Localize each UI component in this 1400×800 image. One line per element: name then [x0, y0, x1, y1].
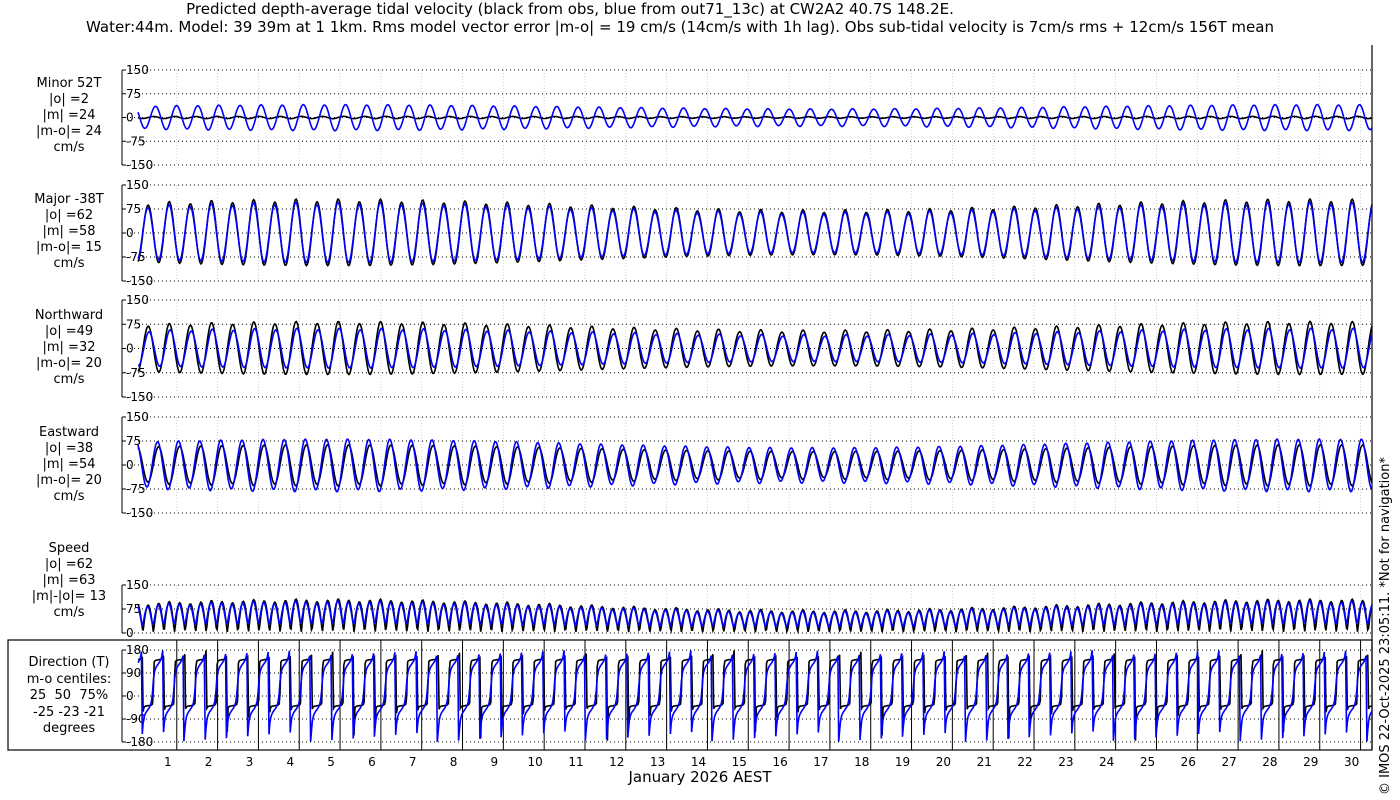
x-tick-label: 8 — [450, 755, 458, 769]
x-tick-label: 10 — [528, 755, 543, 769]
x-tick-label: 23 — [1058, 755, 1073, 769]
y-tick-label: -150 — [126, 274, 153, 288]
x-tick-label: 28 — [1262, 755, 1277, 769]
x-tick-label: 25 — [1140, 755, 1155, 769]
major-model-line — [137, 201, 1373, 264]
x-tick-label: 11 — [568, 755, 583, 769]
y-tick-label: 0 — [126, 458, 134, 472]
x-tick-label: 16 — [772, 755, 787, 769]
x-tick-label: 20 — [936, 755, 951, 769]
y-tick-label: -75 — [126, 366, 146, 380]
y-tick-label: 0 — [126, 689, 134, 703]
x-tick-label: 4 — [286, 755, 294, 769]
x-tick-label: 6 — [368, 755, 376, 769]
x-tick-label: 18 — [854, 755, 869, 769]
y-tick-label: 0 — [126, 111, 134, 125]
x-tick-label: 5 — [327, 755, 335, 769]
tidal-velocity-chart: 1 2 3 4 5 6 7 8 9 10 11 12 13 14 15 16 17 18 19 20 21 22 23 24 2… — [7, 45, 1373, 769]
x-tick-label: 29 — [1303, 755, 1318, 769]
x-tick-label: 15 — [732, 755, 747, 769]
y-tick-label: 180 — [126, 643, 149, 657]
x-tick-label: 22 — [1017, 755, 1032, 769]
y-tick-label: -150 — [126, 158, 153, 172]
east-model-line — [137, 437, 1373, 493]
x-tick-label: 19 — [895, 755, 910, 769]
x-tick-label: 2 — [205, 755, 213, 769]
x-tick-label: 24 — [1099, 755, 1114, 769]
x-tick-label: 1 — [164, 755, 172, 769]
x-tick-label: 30 — [1344, 755, 1359, 769]
x-tick-label: 7 — [409, 755, 417, 769]
y-tick-label: 0 — [126, 626, 134, 640]
y-tick-label: 0 — [126, 342, 134, 356]
x-tick-label: 13 — [650, 755, 665, 769]
x-tick-label: 17 — [813, 755, 828, 769]
y-tick-label: 75 — [126, 317, 141, 331]
y-tick-label: 0 — [126, 226, 134, 240]
y-tick-label: 150 — [126, 578, 149, 592]
y-tick-label: 150 — [126, 178, 149, 192]
x-tick-label: 27 — [1221, 755, 1236, 769]
y-tick-label: -75 — [126, 250, 146, 264]
y-tick-label: 150 — [126, 410, 149, 424]
y-tick-label: -180 — [126, 735, 153, 749]
y-tick-label: -150 — [126, 506, 153, 520]
y-tick-label: 75 — [126, 87, 141, 101]
x-tick-label: 26 — [1181, 755, 1196, 769]
y-tick-label: -75 — [126, 482, 146, 496]
x-tick-label: 3 — [246, 755, 254, 769]
x-tick-label: 9 — [491, 755, 499, 769]
x-tick-label: 14 — [691, 755, 706, 769]
y-tick-label: 150 — [126, 63, 149, 77]
y-tick-label: 75 — [126, 202, 141, 216]
y-tick-label: -75 — [126, 134, 146, 148]
y-tick-label: -150 — [126, 390, 153, 404]
x-tick-label: 21 — [977, 755, 992, 769]
copyright-notice: © IMOS 22-Oct-2025 23:05:11. *Not for na… — [1378, 457, 1393, 795]
y-tick-label: 150 — [126, 293, 149, 307]
y-tick-label: 90 — [126, 666, 141, 680]
x-tick-label: 12 — [609, 755, 624, 769]
x-axis-label: January 2026 AEST — [628, 768, 772, 786]
